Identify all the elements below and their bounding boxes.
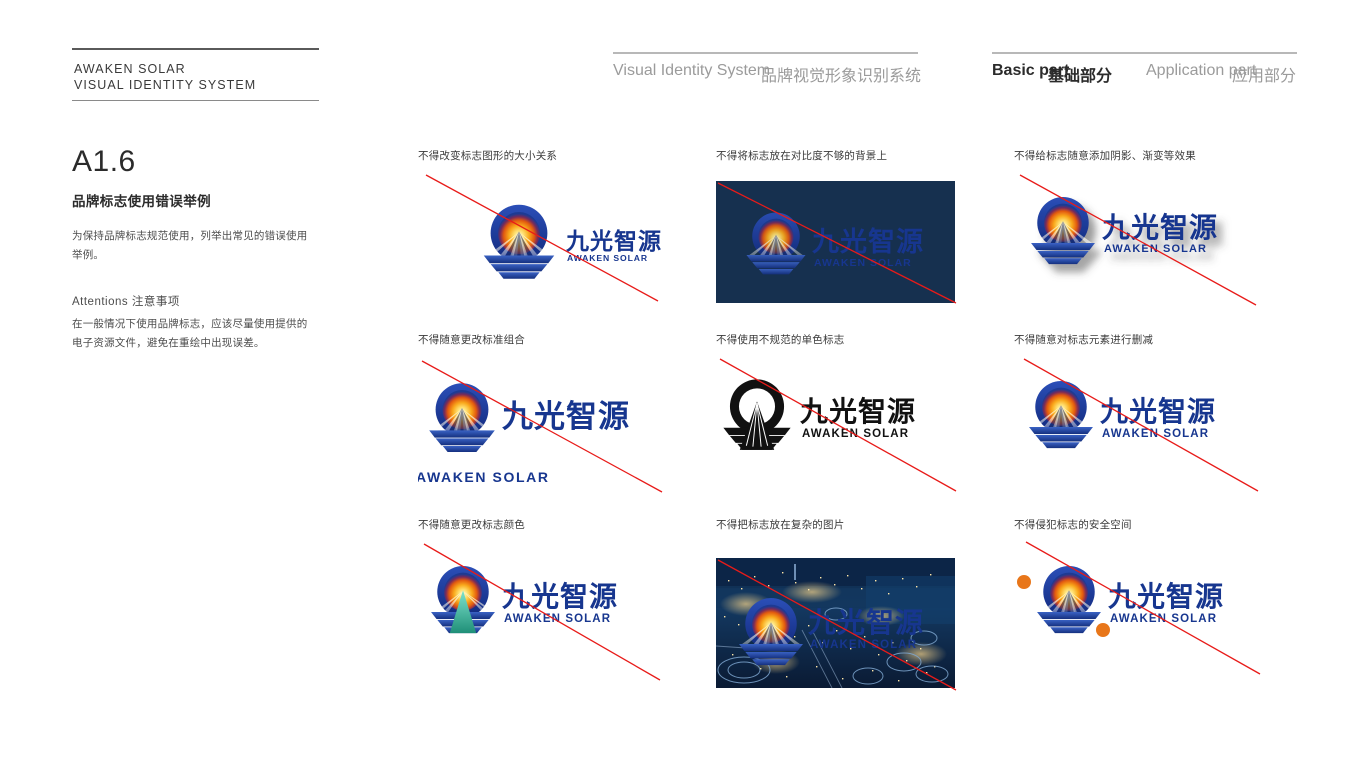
example-low-contrast-bg: 不得将标志放在对比度不够的背景上 九光智源 AWAKEN SOLAR <box>716 148 966 304</box>
section-title: 品牌标志使用错误举例 <box>72 194 211 209</box>
svg-text:AWAKEN SOLAR: AWAKEN SOLAR <box>802 428 909 440</box>
example-artwork: 九光智源 AWAKEN SOLAR <box>418 163 668 303</box>
example-caption: 不得改变标志图形的大小关系 <box>418 150 558 162</box>
example-caption: 不得侵犯标志的安全空间 <box>1014 519 1132 531</box>
section-number: A1.6 <box>72 145 136 178</box>
svg-text:九光智源: 九光智源 <box>1102 212 1218 243</box>
encroaching-dot-bottom <box>1096 623 1110 637</box>
example-removed-elements: 不得随意对标志元素进行删减 九光智源 AWAKEN SOLAR <box>1014 332 1274 492</box>
svg-text:九光智源: 九光智源 <box>1100 396 1216 427</box>
example-caption: 不得随意更改标准组合 <box>418 334 525 346</box>
svg-text:九光智源: 九光智源 <box>565 228 662 254</box>
example-changed-colors: 不得随意更改标志颜色 九光智源 AWAKEN SOLAR <box>418 517 678 681</box>
example-artwork: 九光智源 AWAKEN SOLAR <box>1014 163 1274 306</box>
svg-text:AWAKEN SOLAR: AWAKEN SOLAR <box>1110 613 1217 625</box>
nav-application-part-zh[interactable]: 应用部分 <box>1232 62 1296 86</box>
header-label-zh: 品牌视觉形象识别系统 <box>761 68 922 85</box>
photo-background-tile: 九光智源 AWAKEN SOLAR <box>716 558 955 688</box>
logo-lockup-wrong-colours: 九光智源 AWAKEN SOLAR <box>431 566 618 634</box>
brand-name: AWAKEN SOLAR <box>74 62 186 76</box>
svg-text:AWAKEN SOLAR: AWAKEN SOLAR <box>1104 243 1207 255</box>
svg-text:九光智源: 九光智源 <box>1108 581 1224 612</box>
example-bad-monochrome: 不得使用不规范的单色标志 九光智源 AWAKEN SOLAR <box>716 332 966 492</box>
example-size-relationship: 不得改变标志图形的大小关系 九光智源 AWAKEN SOLAR <box>418 148 668 303</box>
header-label-en: Visual Identity System <box>613 62 771 79</box>
header-rule-right <box>992 52 1297 54</box>
svg-text:AWAKEN SOLAR: AWAKEN SOLAR <box>567 253 648 263</box>
example-busy-photo-bg: 不得把标志放在复杂的图片 九光智源 AWAKEN SOLAR <box>716 517 966 691</box>
header-rule-left <box>613 52 918 54</box>
encroaching-dot-left <box>1017 575 1031 589</box>
example-artwork: 九光智源 AWAKEN SOLAR <box>716 347 966 492</box>
svg-text:九光智源: 九光智源 <box>502 399 630 434</box>
svg-text:AWAKEN SOLAR: AWAKEN SOLAR <box>1102 428 1209 440</box>
svg-text:九光智源: 九光智源 <box>812 227 924 257</box>
logo-lockup-on-dark: 九光智源 AWAKEN SOLAR <box>746 212 924 275</box>
svg-text:AWAKEN SOLAR: AWAKEN SOLAR <box>418 469 550 485</box>
nav-basic-part-zh[interactable]: 基础部分 <box>1048 62 1112 86</box>
example-shadow-gradient: 不得给标志随意添加阴影、渐变等效果 九光智源 AWAKEN SOLAR <box>1014 148 1274 306</box>
svg-text:九光智源: 九光智源 <box>800 396 916 427</box>
example-artwork: 九光智源 AWAKEN SOLAR <box>1014 347 1274 492</box>
example-caption: 不得给标志随意添加阴影、渐变等效果 <box>1014 150 1196 162</box>
example-caption: 不得把标志放在复杂的图片 <box>716 519 845 531</box>
example-artwork: 九光智源 AWAKEN SOLAR <box>418 532 678 681</box>
logo-lockup-reduced-elements: 九光智源 AWAKEN SOLAR <box>1029 381 1216 449</box>
svg-text:AWAKEN SOLAR: AWAKEN SOLAR <box>504 613 611 625</box>
svg-text:AWAKEN SOLAR: AWAKEN SOLAR <box>810 639 917 651</box>
logo-lockup-safe-space-violated: 九光智源 AWAKEN SOLAR <box>1037 566 1224 634</box>
example-artwork: 九光智源 AWAKEN SOLAR <box>1014 532 1274 675</box>
example-artwork: 九光智源 AWAKEN SOLAR <box>716 532 966 691</box>
vi-guideline-page: AWAKEN SOLAR VISUAL IDENTITY SYSTEM A1.6… <box>0 0 1366 768</box>
dark-background-tile: 九光智源 AWAKEN SOLAR <box>716 181 955 303</box>
example-rearranged-lockup: 不得随意更改标准组合 九光智源 AWAKEN SOLAR <box>416 332 678 495</box>
logo-lockup-rearranged: 九光智源 AWAKEN SOLAR <box>416 383 630 485</box>
section-description: 为保持品牌标志规范使用，列举出常见的错误使用举例。 <box>72 230 308 261</box>
example-safe-space: 不得侵犯标志的安全空间 九光智源 AWAKEN SOLAR <box>1014 517 1274 675</box>
example-caption: 不得将标志放在对比度不够的背景上 <box>716 150 888 162</box>
svg-text:九光智源: 九光智源 <box>502 581 618 612</box>
left-column: AWAKEN SOLAR VISUAL IDENTITY SYSTEM A1.6… <box>72 48 322 353</box>
example-artwork: 九光智源 AWAKEN SOLAR <box>416 347 678 495</box>
attentions-body: 在一般情况下使用品牌标志，应该尽量使用提供的电子资源文件，避免在重绘中出现误差。 <box>72 318 308 349</box>
example-caption: 不得随意更改标志颜色 <box>418 519 525 531</box>
logo-lockup-with-shadow: 九光智源 AWAKEN SOLAR <box>1031 197 1218 265</box>
example-caption: 不得使用不规范的单色标志 <box>716 334 845 346</box>
svg-text:九光智源: 九光智源 <box>808 607 924 638</box>
logo-lockup-monochrome-black: 九光智源 AWAKEN SOLAR <box>722 378 916 451</box>
example-artwork: 九光智源 AWAKEN SOLAR <box>716 163 966 304</box>
logo-lockup-oversized-mark: 九光智源 AWAKEN SOLAR <box>483 204 662 279</box>
brand-block: AWAKEN SOLAR VISUAL IDENTITY SYSTEM <box>72 50 322 93</box>
example-caption: 不得随意对标志元素进行删减 <box>1014 334 1154 346</box>
brand-rule-bottom <box>72 100 319 101</box>
logo-lockup-on-photo: 九光智源 AWAKEN SOLAR <box>739 598 924 666</box>
svg-text:AWAKEN SOLAR: AWAKEN SOLAR <box>814 257 912 269</box>
brand-subtitle: VISUAL IDENTITY SYSTEM <box>74 78 257 92</box>
attentions-heading: Attentions 注意事项 <box>72 296 180 308</box>
